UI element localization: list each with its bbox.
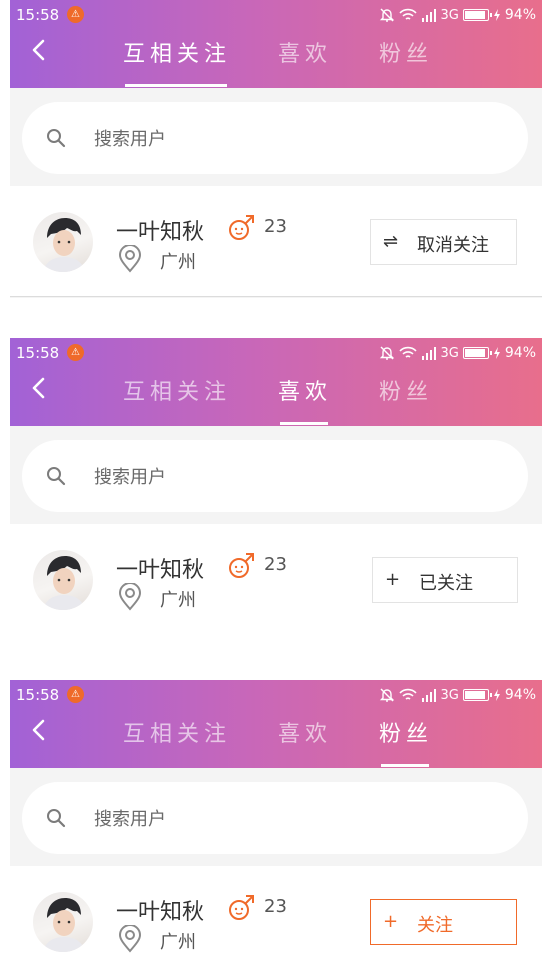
signal-icon xyxy=(421,8,436,22)
tab-fans[interactable]: 粉丝 xyxy=(379,716,433,748)
search-icon xyxy=(47,467,66,486)
male-icon xyxy=(229,215,254,240)
warning-icon: ⚠ xyxy=(67,6,84,23)
system-icons: 3G 94% xyxy=(379,343,536,363)
system-icons: 3G 94% xyxy=(379,5,536,25)
signal-icon xyxy=(421,688,436,702)
charging-icon xyxy=(493,689,500,701)
system-icons: 3G 94% xyxy=(379,685,536,705)
warning-icon: ⚠ xyxy=(67,344,84,361)
search-input[interactable] xyxy=(92,122,496,156)
user-age: 23 xyxy=(264,896,287,917)
search-box[interactable] xyxy=(22,440,528,512)
plus-icon: + xyxy=(385,569,401,590)
status-bar: 15:58 ⚠ 3G 94% xyxy=(10,0,542,30)
warning-icon: ⚠ xyxy=(67,686,84,703)
user-list-item[interactable]: 一叶知秋 23 广州 + 关注 xyxy=(10,866,542,955)
status-time: 15:58 xyxy=(16,686,60,704)
user-city: 广州 xyxy=(160,590,196,611)
tab-likes[interactable]: 喜欢 xyxy=(278,36,332,68)
location-pin-icon xyxy=(118,583,142,611)
user-name: 一叶知秋 xyxy=(116,900,205,925)
wifi-icon xyxy=(398,346,417,358)
screen-likes: 15:58 ⚠ 3G 94% 互相关注 喜欢 粉丝 一叶知秋 xyxy=(10,338,542,634)
network-type: 3G xyxy=(440,7,459,23)
mute-icon xyxy=(379,688,394,702)
tab-bar: 互相关注 喜欢 粉丝 xyxy=(10,710,542,768)
search-input[interactable] xyxy=(92,460,496,494)
mute-icon xyxy=(379,8,394,22)
avatar xyxy=(33,212,93,272)
network-type: 3G xyxy=(440,687,459,703)
unfollow-button[interactable]: ⇌ 取消关注 xyxy=(370,219,517,265)
active-tab-indicator xyxy=(125,84,227,87)
male-icon xyxy=(229,895,254,920)
charging-icon xyxy=(493,9,500,21)
user-name: 一叶知秋 xyxy=(116,220,205,245)
header-bar: 15:58 ⚠ 3G 94% 互相关注 喜欢 粉丝 xyxy=(10,680,542,768)
male-icon xyxy=(229,553,254,578)
tab-mutual-follow[interactable]: 互相关注 xyxy=(123,36,231,68)
user-city: 广州 xyxy=(160,252,196,273)
search-input[interactable] xyxy=(92,802,496,836)
mute-icon xyxy=(379,346,394,360)
battery-icon xyxy=(462,689,492,701)
tab-fans[interactable]: 粉丝 xyxy=(379,36,433,68)
charging-icon xyxy=(493,347,500,359)
active-tab-indicator xyxy=(280,422,328,425)
tab-likes[interactable]: 喜欢 xyxy=(278,374,332,406)
user-age: 23 xyxy=(264,554,287,575)
follow-button[interactable]: + 关注 xyxy=(370,899,517,945)
status-time: 15:58 xyxy=(16,344,60,362)
swap-icon: ⇌ xyxy=(383,231,399,252)
followed-button[interactable]: + 已关注 xyxy=(372,557,518,603)
user-list-item[interactable]: 一叶知秋 23 广州 + 已关注 xyxy=(10,524,542,634)
status-bar: 15:58 ⚠ 3G 94% xyxy=(10,338,542,368)
avatar xyxy=(33,892,93,952)
active-tab-indicator xyxy=(381,764,429,767)
battery-percent: 94% xyxy=(504,687,536,703)
status-time: 15:58 xyxy=(16,6,60,24)
wifi-icon xyxy=(398,8,417,20)
unfollow-button-label: 取消关注 xyxy=(417,235,489,256)
followed-button-label: 已关注 xyxy=(419,573,473,594)
search-box[interactable] xyxy=(22,782,528,854)
signal-icon xyxy=(421,346,436,360)
battery-icon xyxy=(462,347,492,359)
user-age: 23 xyxy=(264,216,287,237)
battery-icon xyxy=(462,9,492,21)
follow-button-label: 关注 xyxy=(417,915,453,936)
user-city: 广州 xyxy=(160,932,196,953)
location-pin-icon xyxy=(118,245,142,273)
battery-percent: 94% xyxy=(504,7,536,23)
status-bar: 15:58 ⚠ 3G 94% xyxy=(10,680,542,710)
location-pin-icon xyxy=(118,925,142,953)
search-box[interactable] xyxy=(22,102,528,174)
search-icon xyxy=(47,129,66,148)
battery-percent: 94% xyxy=(504,345,536,361)
header-bar: 15:58 ⚠ 3G 94% 互相关注 喜欢 粉丝 xyxy=(10,338,542,426)
tab-likes[interactable]: 喜欢 xyxy=(278,716,332,748)
tab-mutual-follow[interactable]: 互相关注 xyxy=(123,716,231,748)
header-bar: 15:58 ⚠ 3G 94% 互相关注 喜欢 粉丝 xyxy=(10,0,542,88)
user-list-item[interactable]: 一叶知秋 23 广州 ⇌ 取消关注 xyxy=(10,186,542,297)
avatar xyxy=(33,550,93,610)
tab-mutual-follow[interactable]: 互相关注 xyxy=(123,374,231,406)
search-icon xyxy=(47,809,66,828)
network-type: 3G xyxy=(440,345,459,361)
tab-fans[interactable]: 粉丝 xyxy=(379,374,433,406)
user-name: 一叶知秋 xyxy=(116,558,205,583)
screen-mutual-follow: 15:58 ⚠ 3G 94% 互相关注 喜欢 粉丝 一叶知秋 xyxy=(10,0,542,298)
plus-icon: + xyxy=(383,911,399,932)
tab-bar: 互相关注 喜欢 粉丝 xyxy=(10,368,542,426)
tab-bar: 互相关注 喜欢 粉丝 xyxy=(10,30,542,88)
wifi-icon xyxy=(398,688,417,700)
screen-fans: 15:58 ⚠ 3G 94% 互相关注 喜欢 粉丝 一叶知秋 xyxy=(10,680,542,955)
